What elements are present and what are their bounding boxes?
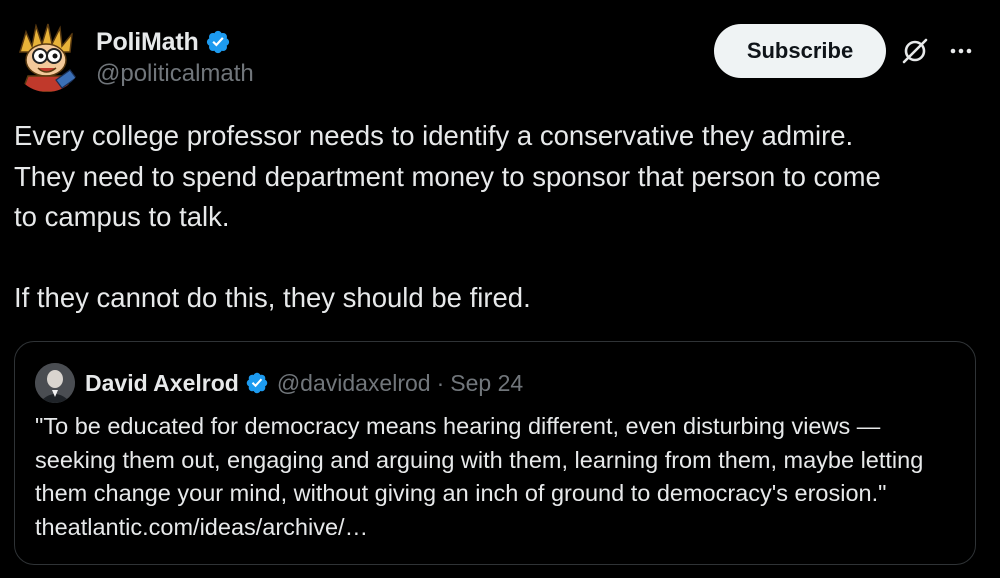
- subscribe-button[interactable]: Subscribe: [714, 24, 886, 78]
- quoted-tweet-date: Sep 24: [450, 369, 524, 396]
- author-avatar[interactable]: [12, 22, 82, 92]
- quoted-author-handle: @davidaxelrod: [276, 369, 431, 396]
- verified-badge-icon[interactable]: [205, 29, 231, 55]
- tweet-text: Every college professor needs to identif…: [14, 120, 881, 313]
- quoted-tweet-header: David Axelrod @davidaxelrod · Sep 24: [35, 363, 523, 403]
- quoted-tweet-text: "To be educated for democracy means hear…: [35, 413, 924, 540]
- grok-icon[interactable]: [900, 36, 930, 66]
- tweet-card: PoliMath @politicalmath Subscribe Every …: [0, 0, 1000, 578]
- author-display-name[interactable]: PoliMath: [96, 28, 199, 57]
- author-handle[interactable]: @politicalmath: [96, 60, 254, 88]
- quoted-tweet[interactable]: David Axelrod @davidaxelrod · Sep 24 "To…: [14, 341, 976, 565]
- separator-dot: ·: [436, 369, 445, 396]
- quoted-author-avatar: [35, 363, 75, 403]
- display-name-row: PoliMath: [96, 26, 254, 58]
- author-name-block: PoliMath @politicalmath: [96, 26, 254, 88]
- verified-badge-icon: [246, 372, 268, 394]
- quoted-author-name: David Axelrod: [85, 369, 239, 396]
- cartoon-avatar-icon: [12, 22, 82, 92]
- tweet-header: PoliMath @politicalmath Subscribe: [12, 22, 988, 94]
- more-options-icon[interactable]: [946, 36, 976, 66]
- person-avatar-icon: [35, 363, 75, 403]
